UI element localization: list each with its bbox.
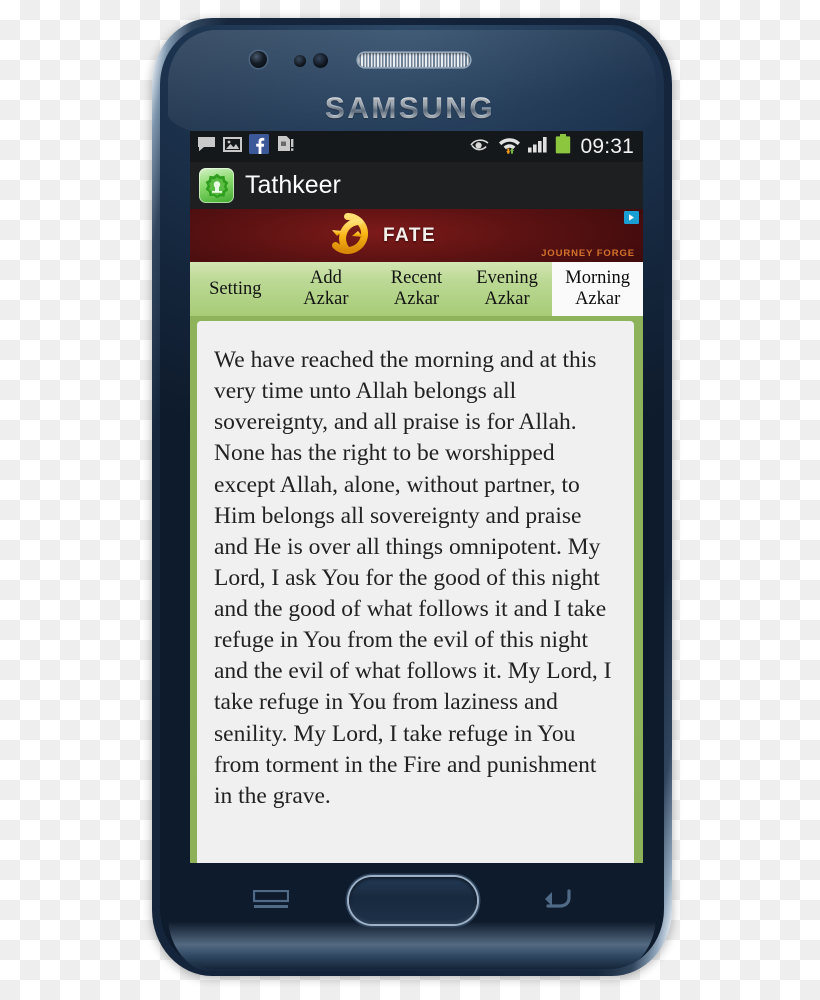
menu-key[interactable] [252,889,290,912]
home-button[interactable] [349,877,477,924]
wifi-icon [498,134,521,159]
smart-stay-eye-icon [470,137,492,157]
tab-setting-line1: Setting [209,278,262,299]
tab-setting[interactable]: Setting [190,262,281,316]
gallery-icon [223,136,242,158]
app-title-bar: Tathkeer [190,162,643,209]
facebook-icon [249,134,269,159]
status-bar-notification-icons [197,134,294,159]
tab-add-azkar-line2: Azkar [303,289,349,309]
battery-icon [555,134,571,159]
fate-ring-logo-icon [326,212,369,260]
tab-recent-azkar-line2: Azkar [393,289,440,309]
message-icon [197,136,216,157]
phone-screen: 09:31 Tathkeer FATE JOURNEY FORGE Settin… [190,131,643,863]
azkar-card[interactable]: We have reached the morning and at this … [197,321,634,863]
adchoices-icon[interactable] [624,211,639,224]
app-title-text: Tathkeer [245,171,341,199]
azkar-tab-bar: Setting Add Azkar Recent Azkar Evening A… [190,262,643,316]
tab-evening-azkar-line1: Evening [476,268,538,289]
proximity-sensor-icon [294,55,306,67]
ad-title-text: FATE [383,224,437,246]
android-status-bar: 09:31 [190,131,643,162]
tab-morning-azkar-line2: Azkar [575,289,621,309]
tab-add-azkar[interactable]: Add Azkar [281,262,372,316]
azkar-body-text: We have reached the morning and at this … [214,347,612,809]
azkar-content-area: We have reached the morning and at this … [190,316,643,863]
tab-recent-azkar[interactable]: Recent Azkar [371,262,462,316]
back-key[interactable] [540,888,574,913]
status-bar-clock: 09:31 [580,135,634,158]
signal-bars-icon [527,135,549,158]
tathkeer-app-icon [199,168,234,203]
front-camera-icon [250,51,267,68]
tab-add-azkar-line1: Add [309,268,342,289]
ad-banner[interactable]: FATE JOURNEY FORGE [190,209,643,262]
samsung-brand-logo: SAMSUNG [0,92,820,126]
tab-morning-azkar[interactable]: Morning Azkar [552,262,643,316]
status-bar-system-icons: 09:31 [470,134,634,159]
earpiece-speaker-icon [358,53,470,67]
sd-card-warning-icon [276,135,294,158]
tab-evening-azkar[interactable]: Evening Azkar [462,262,553,316]
tab-recent-azkar-line1: Recent [390,268,443,289]
light-sensor-icon [313,53,328,68]
tab-morning-azkar-line1: Morning [565,268,631,289]
ad-brand-text: JOURNEY FORGE [541,248,635,259]
tab-evening-azkar-line2: Azkar [484,289,530,309]
